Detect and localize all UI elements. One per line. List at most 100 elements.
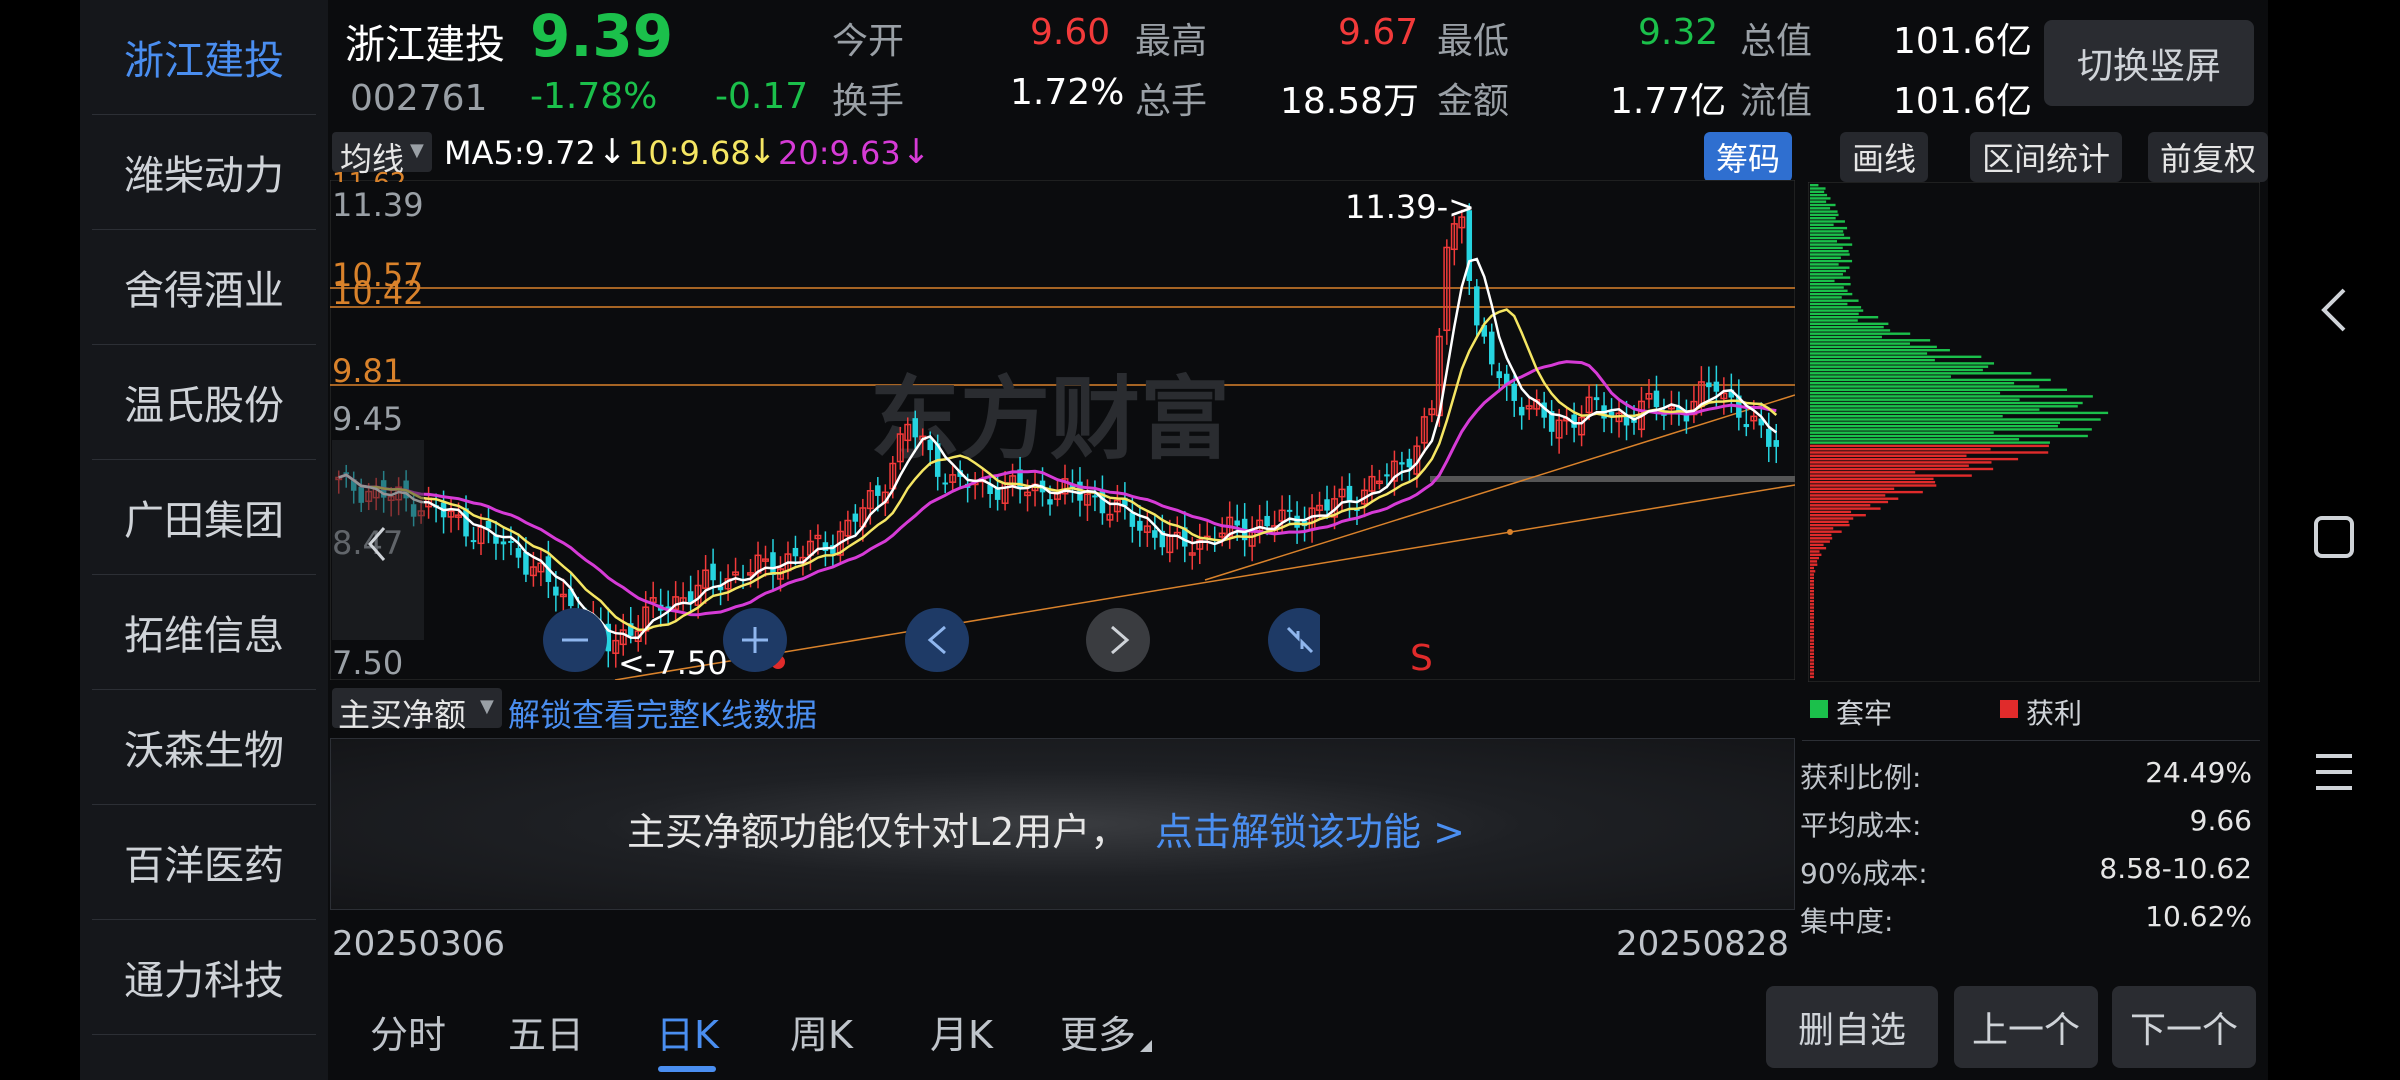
remove-watchlist-button[interactable]: 删自选 [1766,986,1938,1068]
chip-bar [1810,596,1814,599]
chip-bar [1810,448,1991,451]
cost90-value: 8.58-10.62 [2099,852,2252,885]
zoom-in-icon[interactable] [723,608,787,672]
left-bezel [0,0,80,1080]
tab-daily-k[interactable]: 日K [656,1004,719,1059]
chip-bar [1810,672,1814,675]
reset-zoom-icon[interactable] [1268,608,1320,672]
change-amount: -0.17 [715,76,809,117]
home-icon[interactable] [2312,512,2356,564]
sidebar-item-baiyang[interactable]: 百洋医药 [92,805,316,920]
next-stock-button[interactable]: 下一个 [2112,986,2256,1068]
l2-unlock-link[interactable]: 点击解锁该功能 > [1155,801,1465,856]
total-value: 101.6亿 [1893,21,2033,62]
chip-bar [1810,606,1814,609]
pan-right-icon[interactable] [1086,608,1150,672]
high-label: 最高 [1135,21,1208,62]
stock-price: 9.39 [530,2,674,70]
previous-stock-button[interactable]: 上一个 [1954,986,2098,1068]
pan-left-icon[interactable] [905,608,969,672]
sidebar-item-zhejiang-jiantou[interactable]: 浙江建投 [92,0,316,115]
chip-bar [1810,510,1852,514]
candle-body [1399,462,1405,465]
watermark: 东方财富 [870,367,1230,472]
chip-bar [1810,550,1820,553]
sidebar-item-wosen[interactable]: 沃森生物 [92,690,316,805]
profit-ratio-label: 获利比例: [1800,761,1922,794]
chip-bar [1810,589,1814,593]
sidebar-item-shede[interactable]: 舍得酒业 [92,230,316,345]
chip-bar [1810,329,1891,332]
tab-weekly-k[interactable]: 周K [790,1004,853,1059]
draw-line-button[interactable]: 画线 [1840,132,1929,182]
ma20-arrow-icon: ↓ [902,132,931,172]
chip-bar [1810,210,1838,213]
y-label-10-42: 10.42 [332,274,424,312]
chip-bar [1810,391,2001,395]
recents-icon[interactable] [2312,748,2356,796]
candle-body [553,586,559,596]
chip-bar [1810,652,1814,655]
tab-monthly-k[interactable]: 月K [930,1004,993,1059]
tab-intraday[interactable]: 分时 [370,1004,446,1059]
sidebar-item-tongli[interactable]: 通力科技 [92,920,316,1035]
chip-bar [1810,626,1814,629]
candle-body [1474,286,1480,326]
candle-body [1706,382,1712,388]
scroll-left-panel[interactable] [332,440,424,640]
chip-bar [1810,368,1983,372]
chip-bar [1810,649,1814,652]
chip-bar [1810,566,1814,570]
system-nav-bar [2268,0,2400,1080]
sidebar-item-weichai[interactable]: 潍柴动力 [92,115,316,230]
ma5-value: MA5:9.72 [444,134,596,172]
candle-body [470,540,477,543]
float-value: 101.6亿 [1893,81,2033,122]
tab-five-day[interactable]: 五日 [508,1004,584,1059]
tab-more[interactable]: 更多 [1060,1004,1136,1059]
forward-adjust-button[interactable]: 前复权 [2148,132,2269,182]
l2-locked-panel: 主买净额功能仅针对L2用户， 点击解锁该功能 > [330,738,1795,910]
chip-button[interactable]: 筹码 [1704,132,1793,182]
chip-bar [1810,434,2088,438]
chip-bar [1810,464,1969,467]
chip-bar [1810,233,1845,236]
sidebar-item-guangtian[interactable]: 广田集团 [92,460,316,575]
chip-bar [1810,352,1928,355]
open-label: 今开 [832,21,905,62]
chip-bar [1810,207,1831,210]
sidebar-item-tuowei[interactable]: 拓维信息 [92,575,316,690]
candle-body [912,418,918,438]
chip-bar [1810,339,1931,342]
open-value: 9.60 [1030,12,1111,53]
ma10-arrow-icon: ↓ [748,132,777,172]
amount-label: 金额 [1437,81,1510,122]
candle-body [1766,428,1772,447]
chip-bar [1810,497,1899,500]
chip-bar [1810,220,1845,223]
zoom-out-icon[interactable] [543,608,607,672]
chip-bar [1810,576,1814,580]
chip-bar [1810,642,1814,646]
chip-bar [1810,560,1818,563]
chip-bar [1810,415,2003,418]
chip-bar [1810,286,1844,289]
sub-indicator-dropdown[interactable]: 主买净额 ▼ [332,688,502,734]
range-stats-button[interactable]: 区间统计 [1970,132,2123,182]
ma-dropdown[interactable]: 均线 ▼ [332,132,432,178]
candle-body [927,439,933,451]
divider [1802,740,2260,741]
chip-bar [1810,438,2020,441]
chip-bar [1810,454,1967,457]
candle-body [1653,390,1660,408]
switch-portrait-button[interactable]: 切换竖屏 [2044,20,2254,106]
candle-body [515,548,522,558]
date-end: 20250828 [1616,924,1790,964]
chip-bar [1810,382,2015,385]
unlock-kline-link[interactable]: 解锁查看完整K线数据 [508,690,817,736]
candle-body [1713,381,1720,392]
volume-label: 总手 [1135,81,1208,122]
chip-bar [1810,325,1884,329]
back-icon[interactable] [2312,280,2356,340]
sidebar-item-wenshi[interactable]: 温氏股份 [92,345,316,460]
